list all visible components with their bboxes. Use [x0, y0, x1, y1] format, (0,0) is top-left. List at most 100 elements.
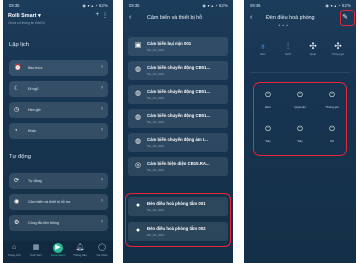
tab-profile[interactable]: ◯ Cá nhân	[91, 243, 113, 257]
home-selector[interactable]: Rolli Smart ▾	[8, 13, 41, 19]
status-time: 09:35	[129, 3, 140, 8]
bulb-icon: ♁	[259, 41, 267, 51]
auto-item-label: Công tắc liên thông	[28, 220, 59, 225]
button-label: Off	[330, 139, 334, 143]
automation-icon: ▶	[55, 244, 61, 251]
chevron-right-icon: ›	[101, 85, 103, 91]
mode-light[interactable]: ♁ Đèn	[252, 40, 274, 56]
timer-icon: ◷	[14, 107, 20, 113]
mode-vent[interactable]: ✣ Thông gió	[327, 40, 349, 56]
dust-sensor-icon: ▣	[134, 42, 142, 49]
presence-sensor-icon: ◎	[134, 162, 142, 169]
mode-label: Sưởi	[284, 52, 292, 56]
home-subtitle: Chưa có thông tin thiết bị	[8, 21, 45, 25]
auto-item-sensors[interactable]: ◉ Cảm biến và thiết bị hỗ trợ ›	[9, 194, 108, 210]
power-icon: ⏻	[329, 126, 335, 133]
device-name: Cảm biến chuyển động CB01...	[147, 89, 211, 94]
device-item[interactable]: ◍ Cảm biến chuyển động CB01... RD_HC_826…	[128, 61, 228, 80]
power-button-vent[interactable]: ⏻ Thông gió	[320, 88, 344, 116]
button-label: Quạt tản	[294, 105, 306, 109]
tab-home[interactable]: ⌂ Trang chủ	[3, 243, 25, 257]
schedule-item-label: Hẹn giờ	[28, 107, 41, 112]
auto-item-label: Tự động	[28, 178, 42, 183]
gear-icon: ⚙	[14, 220, 20, 226]
back-arrow-icon[interactable]: ‹	[129, 14, 131, 21]
mode-heater[interactable]: ⫶ Sưởi	[277, 40, 299, 56]
status-bar: 09:36 ◉ ▾ ▴ ◔ 62%	[250, 2, 351, 10]
plus-icon[interactable]: +	[95, 12, 99, 18]
device-code: RD_HC_8261	[147, 48, 165, 52]
tab-automation[interactable]: ▶ Automation	[47, 243, 69, 257]
refresh-icon: ⟳	[14, 178, 20, 184]
device-item[interactable]: ◍ Cảm biến chuyển động ám t... RD_HC_826…	[128, 133, 228, 152]
page-title: Cảm biến và thiết bị hỗ	[147, 15, 203, 21]
device-item[interactable]: ◍ Cảm biến chuyển động CB01... RD_HC_826…	[128, 85, 228, 104]
device-code: RD_HC_8261	[147, 96, 165, 100]
power-button-light[interactable]: ⏻ Đèn	[256, 88, 280, 116]
power-icon: ⏻	[297, 126, 303, 133]
schedule-item-alarm[interactable]: ⏰ Báo thức ›	[9, 60, 108, 76]
motion-sensor-icon: ◍	[134, 114, 142, 121]
automation-screen: 09:35 ◉ ▾ ▴ ◔ 62% Rolli Smart ▾ Chưa có …	[3, 0, 113, 263]
motion-sensor-icon: ◍	[134, 90, 142, 97]
scene-icon: ▦	[32, 244, 40, 251]
highlight-box	[125, 193, 231, 247]
auto-item-label: Cảm biến và thiết bị hỗ trợ	[28, 199, 71, 204]
device-code: RD_HC_8261	[147, 72, 165, 76]
device-name: Cảm biến hiện diện CB15.RA...	[147, 161, 210, 166]
device-code: RD_HC_8261	[147, 144, 165, 148]
auto-item-automatic[interactable]: ⟳ Tự động ›	[9, 173, 108, 189]
divider	[250, 72, 350, 73]
chevron-right-icon: ›	[101, 106, 103, 112]
clock-icon: ◔	[14, 128, 18, 134]
schedule-item-other[interactable]: ◔ Khác ›	[9, 123, 108, 139]
schedule-item-timer[interactable]: ◷ Hẹn giờ ›	[9, 102, 108, 118]
chevron-right-icon: ›	[101, 219, 103, 225]
chevron-right-icon: ›	[101, 127, 103, 133]
button-label: Sấy	[265, 139, 271, 143]
auto-item-switch[interactable]: ⚙ Công tắc liên thông ›	[9, 215, 108, 231]
status-bar: 09:35 ◉ ▾ ▴ ◔ 62%	[9, 2, 108, 10]
device-name: Cảm biến chuyển động ám t...	[147, 137, 208, 142]
section-auto-title: Tự động	[9, 154, 31, 160]
tab-notifications[interactable]: 🔔︎ Thông báo	[69, 243, 91, 257]
bottom-tab-bar: ⌂ Trang chủ ▦ Kịch bản ▶ Automation 🔔︎ T…	[3, 241, 113, 263]
bell-icon: 🔔︎	[75, 244, 85, 251]
sensor-device-list-screen: 09:35 ◉ ▾ ▴ ◔ 62% ‹ Cảm biến và thiết bị…	[123, 0, 233, 263]
power-button-dry-1[interactable]: ⏻ Sấy	[256, 122, 280, 150]
button-label: Đèn	[265, 105, 271, 109]
schedule-item-sleep[interactable]: ☾ Đi ngủ ›	[9, 81, 108, 97]
button-label: Thông gió	[325, 105, 339, 109]
menu-icon[interactable]: ⋮	[102, 12, 108, 19]
status-time: 09:35	[9, 3, 20, 8]
sensor-icon: ◉	[14, 199, 20, 205]
motion-sensor-icon: ◍	[134, 138, 142, 145]
status-icons: ◉ ▾ ▴ ◔ 62%	[82, 3, 108, 8]
power-button-fan[interactable]: ⏻ Quạt tản	[288, 88, 312, 116]
back-arrow-icon[interactable]: ‹	[250, 14, 252, 21]
fan-icon: ✣	[309, 41, 317, 51]
schedule-item-label: Đi ngủ	[28, 86, 39, 91]
moon-icon: ☾	[14, 86, 20, 92]
schedule-item-label: Báo thức	[28, 65, 43, 70]
home-icon: ⌂	[11, 244, 17, 251]
device-name: Cảm biến chuyển động CB01...	[147, 113, 211, 118]
status-bar: 09:35 ◉ ▾ ▴ ◔ 62%	[129, 2, 228, 10]
button-label: Sấy	[297, 139, 303, 143]
device-item[interactable]: ◎ Cảm biến hiện diện CB15.RA... RD_HC_82…	[128, 157, 228, 176]
user-icon: ◯	[98, 244, 106, 251]
heater-icon: ⫶	[286, 41, 290, 51]
power-icon: ⏻	[329, 92, 335, 99]
power-button-off[interactable]: ⏻ Off	[320, 122, 344, 150]
vent-icon: ✣	[334, 41, 342, 51]
tab-scenes[interactable]: ▦ Kịch bản	[25, 243, 47, 257]
device-item[interactable]: ▣ Cảm biến bụi mịn 001 RD_HC_8261	[128, 37, 228, 56]
bathroom-heater-control-screen: 09:36 ◉ ▾ ▴ ◔ 62% ‹ Đèn điều hoà phòng ▲…	[244, 0, 356, 263]
power-icon: ⏻	[265, 92, 271, 99]
tab-label: Thông báo	[73, 253, 87, 257]
mode-selector: ♁ Đèn ⫶ Sưởi ✣ Quạt ✣ Thông gió	[250, 40, 350, 66]
mode-fan[interactable]: ✣ Quạt	[302, 40, 324, 56]
power-button-dry-2[interactable]: ⏻ Sấy	[288, 122, 312, 150]
mode-label: Đèn	[260, 52, 266, 56]
device-item[interactable]: ◍ Cảm biến chuyển động CB01... RD_HC_826…	[128, 109, 228, 128]
